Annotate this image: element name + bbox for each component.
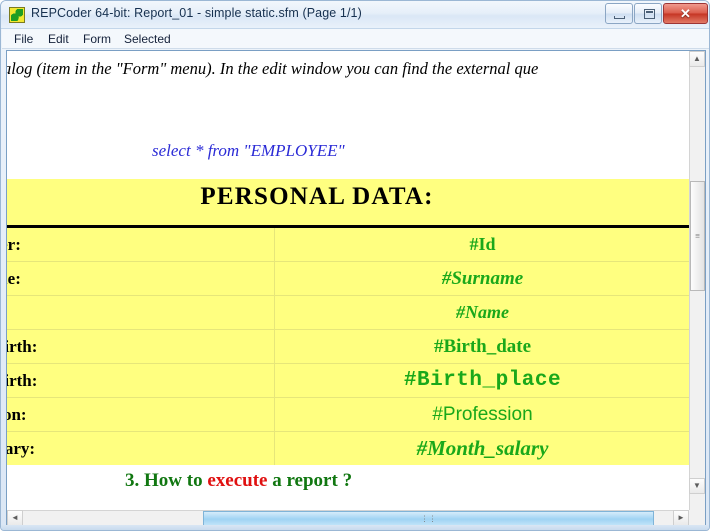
menu-item-form[interactable]: Form <box>83 32 111 46</box>
table-row: f birth: #Birth_date <box>7 330 690 364</box>
vertical-scroll-thumb[interactable]: ≡ <box>690 181 705 291</box>
menu-item-file[interactable]: File <box>14 32 33 46</box>
report-title: PERSONAL DATA: <box>200 183 434 210</box>
menu-item-selected[interactable]: Selected <box>124 32 171 46</box>
close-button[interactable]: ✕ <box>663 3 708 24</box>
sql-statement: select * from "EMPLOYEE" <box>152 141 345 160</box>
row-value: #Month_salary <box>416 436 549 460</box>
scrollbar-corner <box>689 510 705 526</box>
horizontal-scrollbar[interactable]: ◄ ⋮⋮ ► <box>7 510 690 526</box>
heading-suffix: a report ? <box>267 470 353 491</box>
row-label: ifier: <box>7 228 275 261</box>
table-row: ifier: #Id <box>7 228 690 262</box>
row-value: #Birth_date <box>433 335 532 357</box>
report-header: rt: PERSONAL DATA: <box>7 179 690 228</box>
scroll-down-arrow[interactable]: ▼ <box>689 478 705 494</box>
table-row: ne: #Name <box>7 296 690 330</box>
row-value: #Birth_place <box>403 369 562 392</box>
row-label: salary: <box>7 432 275 465</box>
menu-item-edit[interactable]: Edit <box>48 32 69 46</box>
row-value: #Profession <box>432 403 533 425</box>
paragraph-top: alog (item in the "Form" menu). In the e… <box>7 59 539 78</box>
row-value: #Surname <box>441 267 524 289</box>
application-window: REPCoder 64-bit: Report_01 - simple stat… <box>0 0 710 531</box>
row-label: f birth: <box>7 364 275 397</box>
window-title: REPCoder 64-bit: Report_01 - simple stat… <box>31 6 362 20</box>
document-client-area[interactable]: alog (item in the "Form" menu). In the e… <box>6 50 706 527</box>
table-row: f birth: #Birth_place <box>7 364 690 398</box>
window-bottom-strip <box>1 525 709 530</box>
title-bar[interactable]: REPCoder 64-bit: Report_01 - simple stat… <box>1 1 709 29</box>
maximize-button[interactable] <box>634 3 662 24</box>
row-label: ssion: <box>7 398 275 431</box>
vertical-scrollbar[interactable]: ▲ ≡ ▼ <box>689 51 705 510</box>
personal-data-report: rt: PERSONAL DATA: ifier: #Id ame: #Surn… <box>7 179 690 465</box>
row-label: ame: <box>7 262 275 295</box>
horizontal-scroll-thumb[interactable]: ⋮⋮ <box>203 511 654 526</box>
row-label: ne: <box>7 296 275 329</box>
row-value: #Id <box>469 234 496 254</box>
minimize-icon <box>614 16 625 19</box>
scroll-left-arrow[interactable]: ◄ <box>7 510 23 526</box>
scroll-right-arrow[interactable]: ► <box>673 510 689 526</box>
window-controls: ✕ <box>605 3 708 24</box>
table-row: ame: #Surname <box>7 262 690 296</box>
table-row: salary: #Month_salary <box>7 432 690 465</box>
heading-highlight: execute <box>207 470 268 491</box>
horizontal-thumb-grip: ⋮⋮ <box>420 514 437 523</box>
minimize-button[interactable] <box>605 3 633 24</box>
row-value: #Name <box>456 302 509 322</box>
app-icon-glyph <box>11 9 23 21</box>
table-row: ssion: #Profession <box>7 398 690 432</box>
report-page: alog (item in the "Form" menu). In the e… <box>7 51 690 510</box>
heading-prefix: 3. How to <box>125 470 208 491</box>
scroll-up-arrow[interactable]: ▲ <box>689 51 705 67</box>
repcoder-app-icon <box>9 7 25 23</box>
row-label: f birth: <box>7 330 275 363</box>
vertical-thumb-grip: ≡ <box>695 231 700 241</box>
maximize-icon <box>644 9 655 19</box>
menu-bar: File Edit Form Selected <box>2 29 709 49</box>
close-icon: ✕ <box>680 6 691 21</box>
heading-how-to-execute: 3. How to execute a report ? <box>125 470 352 492</box>
